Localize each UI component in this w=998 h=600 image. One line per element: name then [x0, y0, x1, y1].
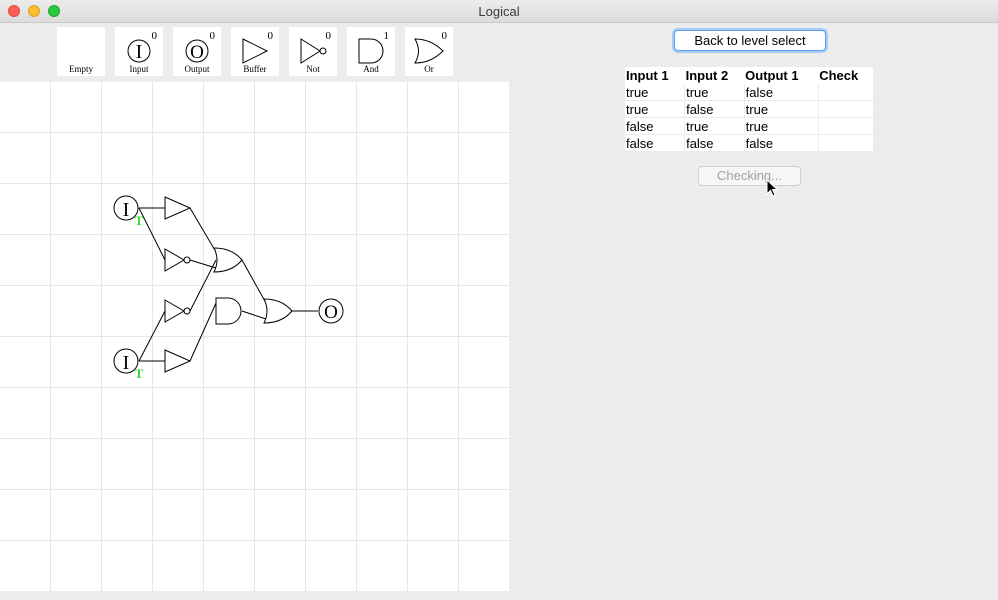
- wire: [189, 207, 217, 253]
- wire: [241, 310, 267, 320]
- palette-empty[interactable]: Empty: [57, 27, 105, 76]
- table-row: false false false: [625, 134, 873, 152]
- back-to-level-select-button[interactable]: Back to level select: [674, 30, 826, 51]
- table-cell: false: [744, 134, 819, 152]
- palette-count: 0: [325, 30, 332, 42]
- mouse-cursor-icon: [766, 179, 778, 197]
- table-cell: false: [684, 134, 745, 152]
- not-gate: [164, 248, 191, 272]
- truth-table: Input 1 Input 2 Output 1 Check true true…: [625, 67, 873, 152]
- table-cell: [818, 134, 873, 152]
- table-cell: false: [744, 84, 819, 101]
- table-cell: [818, 84, 873, 101]
- not-gate: [164, 299, 191, 323]
- circuit-output-1[interactable]: O: [318, 298, 344, 324]
- palette-or[interactable]: 0 Or: [405, 27, 453, 76]
- table-row: true false true: [625, 100, 873, 118]
- palette-not[interactable]: 0 Not: [289, 27, 337, 76]
- input-symbol: I: [123, 352, 130, 374]
- table-cell: true: [625, 100, 686, 118]
- table-row: false true true: [625, 117, 873, 135]
- buffer-gate: [164, 196, 192, 220]
- palette-count: 0: [209, 30, 216, 42]
- circuit-diagram: I T I T O: [113, 195, 344, 381]
- palette-label: Buffer: [243, 64, 267, 74]
- table-cell: true: [744, 100, 819, 118]
- buffer-gate: [164, 349, 192, 373]
- palette-count: 1: [383, 30, 390, 42]
- or-gate: [263, 298, 293, 324]
- palette-label: Empty: [69, 64, 93, 74]
- table-cell: false: [625, 134, 686, 152]
- palette-label: Or: [424, 64, 434, 74]
- circuit-input-1[interactable]: I T: [113, 195, 144, 228]
- svg-text:O: O: [190, 42, 204, 63]
- check-button[interactable]: Checking...: [698, 166, 801, 186]
- palette-buffer[interactable]: 0 Buffer: [231, 27, 279, 76]
- table-cell: false: [625, 117, 686, 135]
- window-title: Logical: [478, 4, 520, 19]
- table-cell: true: [625, 84, 686, 101]
- palette-label: Not: [306, 64, 320, 74]
- palette-count: 0: [267, 30, 274, 42]
- wire: [138, 310, 166, 362]
- column-header: Input 2: [685, 68, 729, 83]
- palette-label: Input: [129, 64, 149, 74]
- table-row: true true false: [625, 84, 873, 101]
- palette-count: 0: [441, 30, 448, 42]
- column-header: Input 1: [626, 68, 669, 83]
- output-symbol: O: [324, 302, 338, 323]
- table-cell: false: [684, 100, 745, 118]
- truth-table-header: Input 1 Input 2 Output 1 Check: [625, 67, 873, 84]
- wire: [189, 302, 217, 362]
- column-header: Output 1: [745, 68, 799, 83]
- palette-output[interactable]: O 0 Output: [173, 27, 221, 76]
- input-value: T: [135, 213, 144, 228]
- input-symbol: I: [123, 199, 130, 221]
- table-cell: true: [744, 117, 819, 135]
- table-cell: true: [684, 84, 745, 101]
- table-cell: [818, 117, 873, 135]
- table-cell: [818, 100, 873, 118]
- palette-label: Output: [184, 64, 210, 74]
- svg-text:I: I: [136, 41, 143, 63]
- circuit-input-2[interactable]: I T: [113, 348, 144, 381]
- or-gate: [213, 247, 243, 273]
- palette-and[interactable]: 1 And: [347, 27, 395, 76]
- palette-label: And: [363, 64, 379, 74]
- input-value: T: [135, 366, 144, 381]
- table-cell: true: [684, 117, 745, 135]
- palette-count: 0: [151, 30, 158, 42]
- wire: [241, 259, 267, 304]
- wire: [189, 259, 217, 312]
- column-header: Check: [819, 68, 859, 83]
- circuit-board[interactable]: I T I T O: [0, 82, 509, 591]
- palette-input[interactable]: I 0 Input: [115, 27, 163, 76]
- title-bar: Logical: [0, 0, 998, 23]
- and-gate: [215, 297, 242, 325]
